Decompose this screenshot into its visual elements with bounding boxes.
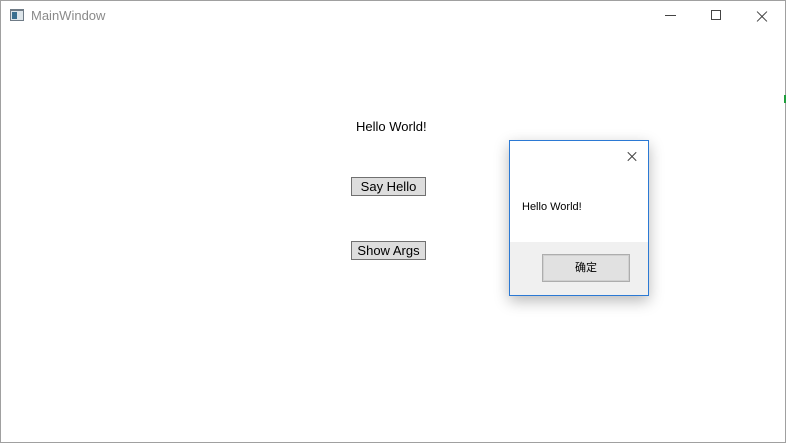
title-bar[interactable]: MainWindow xyxy=(1,1,785,31)
close-icon xyxy=(626,150,638,162)
window-title: MainWindow xyxy=(31,8,106,23)
minimize-icon xyxy=(665,15,676,16)
dialog-message: Hello World! xyxy=(522,201,582,213)
maximize-button[interactable] xyxy=(693,1,739,31)
close-icon xyxy=(755,9,769,23)
maximize-icon xyxy=(711,10,721,20)
close-button[interactable] xyxy=(739,1,785,31)
minimize-button[interactable] xyxy=(647,1,693,31)
dialog-footer: 确定 xyxy=(510,242,648,295)
app-window-icon xyxy=(10,9,24,21)
say-hello-button[interactable]: Say Hello xyxy=(351,177,426,196)
hello-label: Hello World! xyxy=(356,119,427,134)
dialog-close-button[interactable] xyxy=(618,143,646,169)
main-window: MainWindow Hello World! Say Hello Show A… xyxy=(0,0,786,443)
message-box-dialog: Hello World! 确定 xyxy=(509,140,649,296)
ok-button[interactable]: 确定 xyxy=(542,254,630,282)
show-args-button[interactable]: Show Args xyxy=(351,241,426,260)
